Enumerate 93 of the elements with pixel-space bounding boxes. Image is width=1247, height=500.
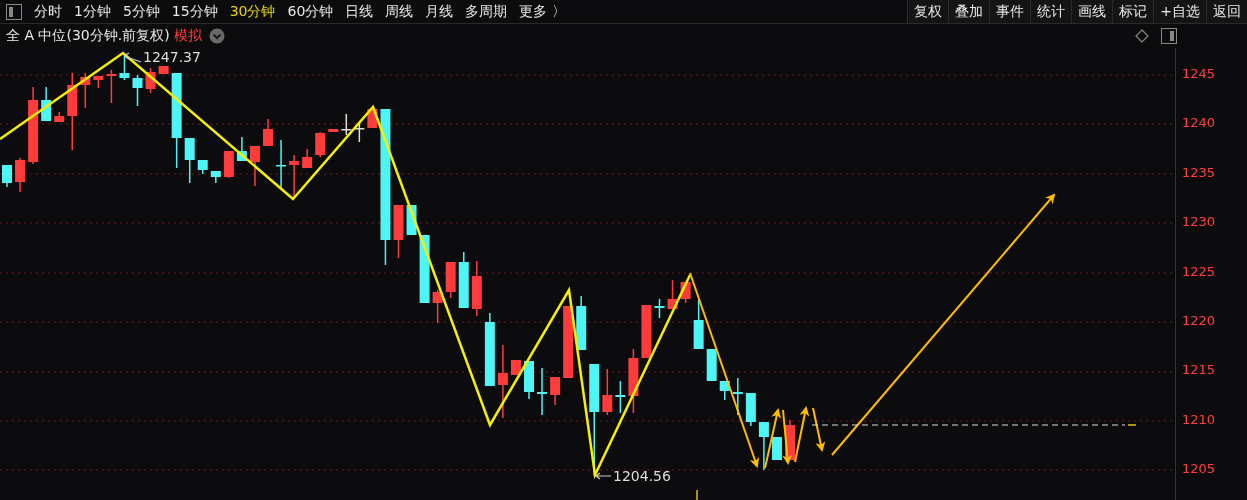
period-tab[interactable]: 15分钟 [165, 0, 224, 23]
candlestick [719, 380, 730, 401]
more-menu[interactable]: 更多 〉 [513, 0, 572, 23]
candlestick [354, 122, 365, 143]
candlestick [471, 260, 482, 317]
candlestick [628, 348, 639, 414]
candlestick [119, 54, 130, 81]
candlestick [510, 359, 521, 376]
candlestick [406, 204, 417, 236]
candlestick [184, 137, 195, 184]
candlestick [706, 348, 717, 382]
toolbar-button[interactable]: 标记 [1112, 0, 1154, 23]
candlestick [158, 65, 169, 75]
mode-tag: 模拟 [173, 27, 202, 45]
candlestick [210, 170, 221, 184]
candlestick [145, 67, 156, 94]
candlestick [341, 113, 352, 136]
candlestick [315, 131, 326, 158]
candlestick [550, 376, 561, 406]
toolbar-button[interactable]: 事件 [989, 0, 1031, 23]
candlestick [328, 128, 339, 133]
candlestick [132, 74, 143, 107]
price-marker [1127, 424, 1137, 426]
candlestick [680, 281, 691, 304]
toolbar-button[interactable]: +自选 [1153, 0, 1206, 23]
cursor-marker [696, 489, 698, 500]
candlestick [393, 204, 404, 259]
candlestick [785, 419, 795, 461]
candlestick [106, 69, 117, 104]
arrow-icon [123, 52, 142, 63]
period-tab[interactable]: 5分钟 [116, 0, 166, 23]
candlestick [2, 164, 12, 188]
price-tick: 1235 [1182, 164, 1216, 180]
candlestick [602, 368, 613, 416]
period-tab[interactable]: 多周期 [459, 0, 514, 23]
candlestick [15, 157, 26, 193]
candlestick [367, 108, 378, 129]
candlestick [263, 118, 273, 147]
candlestick [615, 380, 626, 414]
candlestick [445, 261, 456, 299]
panel-toggle-icon[interactable] [1161, 28, 1177, 44]
toolbar-button[interactable]: 返回 [1206, 0, 1247, 23]
period-tab[interactable]: 1分钟 [68, 0, 117, 23]
dropdown-icon[interactable] [208, 28, 225, 44]
period-tab[interactable]: 日线 [339, 0, 380, 23]
candlestick [537, 367, 548, 416]
toolbar-button[interactable]: 画线 [1071, 0, 1113, 23]
candlestick [236, 136, 247, 162]
toolbar-button[interactable]: 复权 [907, 0, 949, 23]
chart-title: 全 A 中位(30分钟.前复权) [6, 27, 170, 45]
toolbar-button[interactable]: 叠加 [948, 0, 990, 23]
price-tick: 1230 [1182, 214, 1216, 230]
candlestick [758, 421, 769, 471]
candlestick [80, 72, 91, 109]
candlestick [223, 150, 234, 179]
candlestick [458, 251, 469, 309]
price-tick: 1215 [1182, 362, 1216, 378]
candlestick [693, 299, 704, 350]
period-tab[interactable]: 月线 [419, 0, 460, 23]
candlestick [197, 159, 208, 175]
candlestick [732, 377, 743, 416]
low-label: 1204.56 [613, 468, 671, 484]
candlestick [654, 298, 665, 319]
candlestick [771, 436, 782, 461]
price-tick: 1225 [1182, 263, 1216, 279]
candlestick [93, 75, 104, 89]
price-tick: 1240 [1182, 115, 1216, 131]
price-tick: 1205 [1182, 461, 1216, 476]
candlestick [432, 289, 443, 324]
candlestick [289, 154, 300, 199]
diamond-icon[interactable] [1135, 29, 1149, 43]
candlestick [54, 111, 65, 123]
candlestick [641, 304, 652, 359]
panel-toggle-icon[interactable] [6, 3, 22, 20]
candlestick [576, 295, 587, 351]
toolbar-button[interactable]: 统计 [1030, 0, 1072, 23]
candlestick [249, 145, 260, 187]
period-tab[interactable]: 周线 [379, 0, 420, 23]
candlestick [745, 392, 756, 427]
candlestick [419, 234, 430, 304]
candlestick [276, 139, 287, 189]
price-tick: 1245 [1182, 66, 1216, 81]
candlestick [524, 360, 534, 400]
candlestick [667, 279, 678, 310]
period-tab[interactable]: 60分钟 [281, 0, 340, 23]
candlestick [302, 148, 313, 169]
high-label: 1247.37 [143, 49, 201, 65]
period-tab[interactable]: 30分钟 [223, 0, 282, 23]
price-tick: 1210 [1182, 411, 1216, 427]
price-tick: 1220 [1182, 312, 1216, 328]
period-tab[interactable]: 分时 [28, 0, 68, 23]
arrow-icon [595, 472, 612, 480]
candlestick [41, 86, 52, 122]
